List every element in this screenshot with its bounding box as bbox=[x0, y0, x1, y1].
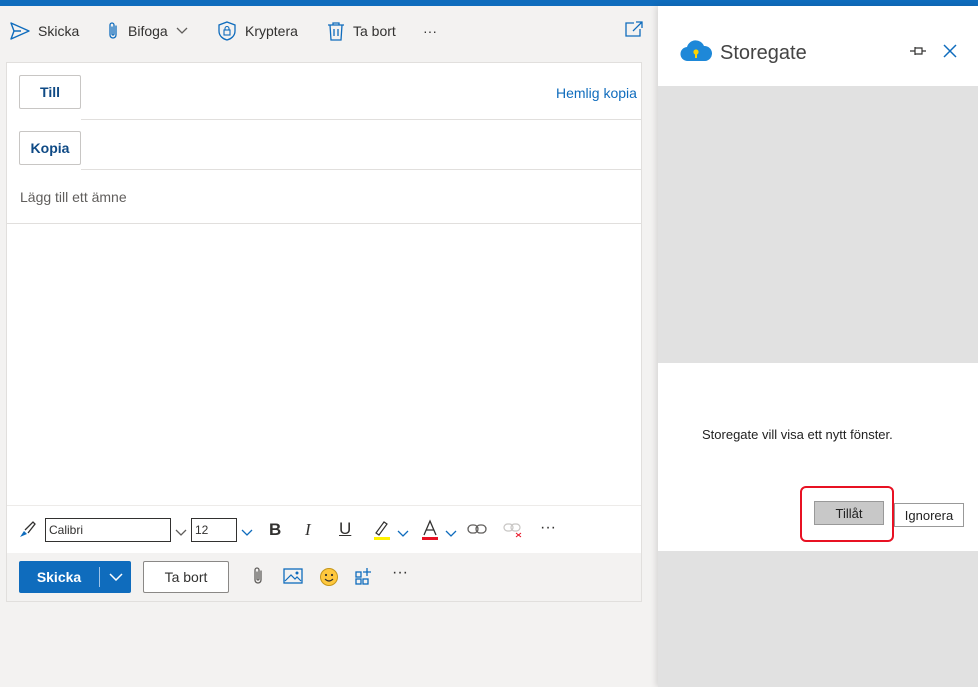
apps-icon[interactable] bbox=[354, 566, 374, 591]
close-icon[interactable] bbox=[943, 44, 957, 63]
discard-button[interactable]: Ta bort bbox=[143, 561, 229, 593]
format-more-button[interactable]: ··· bbox=[540, 519, 556, 537]
bcc-link[interactable]: Hemlig kopia bbox=[556, 85, 637, 101]
chevron-down-icon[interactable] bbox=[445, 525, 457, 543]
attach-toolbar-label: Bifoga bbox=[128, 23, 168, 39]
send-button[interactable]: Skicka bbox=[19, 561, 131, 593]
link-icon[interactable] bbox=[467, 522, 487, 541]
message-body[interactable] bbox=[7, 224, 641, 504]
actions-more-button[interactable]: ··· bbox=[392, 564, 408, 582]
formatting-bar: Calibri 12 B I U ··· bbox=[7, 505, 641, 553]
cc-button[interactable]: Kopia bbox=[19, 131, 81, 165]
italic-icon[interactable]: I bbox=[305, 520, 311, 540]
compose-card: Till Hemlig kopia Kopia Lägg till ett äm… bbox=[6, 62, 642, 602]
image-icon[interactable] bbox=[283, 568, 303, 589]
dialog-message: Storegate vill visa ett nytt fönster. bbox=[702, 427, 893, 442]
pane-header: Storegate bbox=[658, 6, 978, 86]
popup-dialog: Storegate vill visa ett nytt fönster. Ti… bbox=[658, 363, 978, 551]
attach-toolbar-button[interactable]: Bifoga bbox=[106, 18, 188, 44]
shield-lock-icon bbox=[217, 21, 237, 41]
ignore-button[interactable]: Ignorera bbox=[894, 503, 964, 527]
font-size-field[interactable]: 12 bbox=[191, 518, 237, 542]
send-button-label: Skicka bbox=[36, 569, 82, 585]
cc-divider bbox=[81, 169, 641, 170]
emoji-icon[interactable] bbox=[319, 567, 339, 592]
compose-toolbar: Skicka Bifoga Kryptera Ta bort ··· bbox=[0, 6, 658, 54]
addin-pane: Storegate Storegate vill visa ett nytt f… bbox=[658, 6, 978, 687]
chevron-down-icon bbox=[176, 27, 188, 35]
font-color-icon[interactable] bbox=[420, 519, 440, 546]
underline-icon[interactable]: U bbox=[339, 519, 351, 539]
more-toolbar-button[interactable]: ··· bbox=[423, 18, 437, 44]
encrypt-toolbar-button[interactable]: Kryptera bbox=[217, 18, 298, 44]
chevron-down-icon[interactable] bbox=[397, 525, 409, 543]
chevron-down-icon[interactable] bbox=[175, 524, 187, 542]
allow-button[interactable]: Tillåt bbox=[814, 501, 884, 525]
subject-input[interactable]: Lägg till ett ämne bbox=[20, 189, 127, 205]
trash-icon bbox=[327, 21, 345, 41]
paperclip-icon bbox=[106, 21, 120, 41]
delete-toolbar-button[interactable]: Ta bort bbox=[327, 18, 396, 44]
to-button[interactable]: Till bbox=[19, 75, 81, 109]
encrypt-toolbar-label: Kryptera bbox=[245, 23, 298, 39]
chevron-down-icon[interactable] bbox=[241, 524, 253, 542]
highlight-icon[interactable] bbox=[372, 519, 392, 546]
pin-icon[interactable] bbox=[909, 44, 927, 62]
chevron-down-icon[interactable] bbox=[100, 573, 131, 581]
compose-actions: Skicka Ta bort ··· bbox=[7, 553, 641, 601]
send-toolbar-label: Skicka bbox=[38, 23, 80, 39]
popout-icon[interactable] bbox=[624, 20, 644, 43]
send-icon bbox=[10, 22, 30, 40]
to-divider bbox=[81, 119, 641, 120]
format-painter-icon[interactable] bbox=[17, 519, 37, 544]
cloud-lock-icon bbox=[680, 40, 713, 67]
send-toolbar-button[interactable]: Skicka bbox=[10, 18, 79, 44]
paperclip-icon[interactable] bbox=[251, 566, 265, 591]
more-toolbar-label: ··· bbox=[423, 23, 437, 39]
bold-icon[interactable]: B bbox=[269, 520, 281, 540]
unlink-icon bbox=[503, 522, 523, 543]
font-name-field[interactable]: Calibri bbox=[45, 518, 171, 542]
delete-toolbar-label: Ta bort bbox=[353, 23, 396, 39]
pane-title: Storegate bbox=[720, 42, 807, 64]
